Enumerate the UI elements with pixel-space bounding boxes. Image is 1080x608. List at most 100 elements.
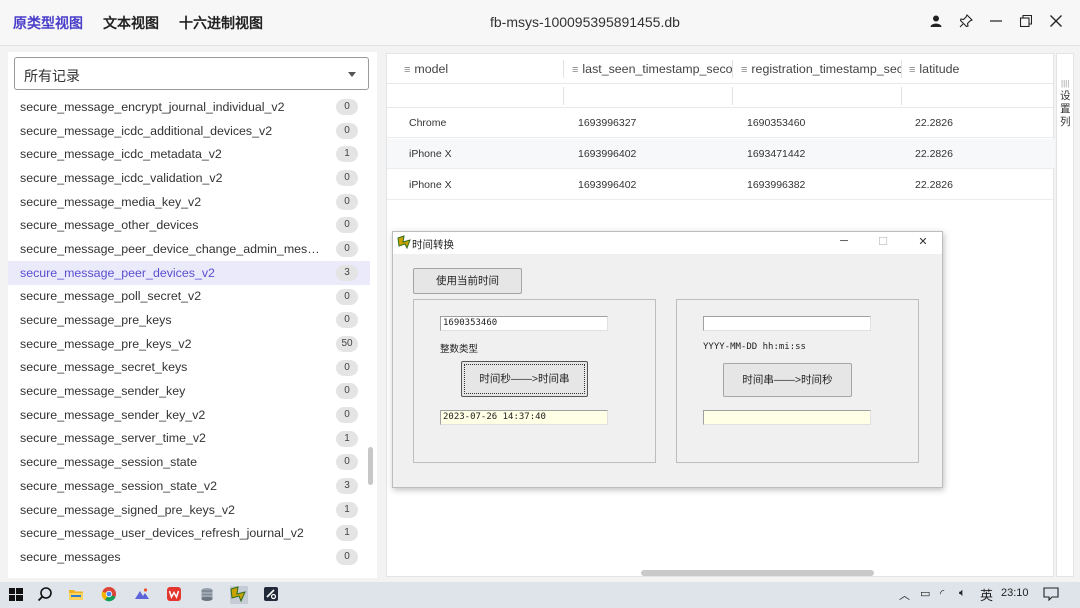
notification-icon[interactable] — [1043, 587, 1059, 604]
table-list-item[interactable]: secure_messages 0 — [8, 545, 370, 569]
record-filter-value: 所有记录 — [24, 68, 80, 84]
table-list-item[interactable]: secure_message_pre_keys 0 — [8, 308, 370, 332]
chevron-down-icon — [348, 72, 356, 77]
dialog-close-icon[interactable]: ✕ — [913, 235, 933, 248]
battery-icon[interactable]: ▭ — [920, 587, 930, 600]
table-name: secure_message_session_state — [20, 455, 198, 470]
column-header-last-seen[interactable]: ≡ last_seen_timestamp_secon — [572, 62, 732, 76]
record-filter-select[interactable]: 所有记录 — [14, 57, 369, 90]
table-row[interactable]: iPhone X 1693996402 1693996382 22.2826 — [387, 170, 1055, 200]
table-name: secure_message_sender_key — [20, 384, 186, 399]
column-settings-strip[interactable]: |||| 设置列 — [1056, 53, 1074, 577]
record-count-badge: 1 — [336, 430, 358, 447]
column-header-model[interactable]: ≡ model — [404, 62, 554, 76]
dialog-minimize-icon[interactable]: ─ — [834, 235, 854, 247]
time-convert-dialog: 时间转换 ─ ☐ ✕ 使用当前时间 1690353460 整数类型 时间秒——>… — [392, 231, 943, 488]
wps-office-icon[interactable] — [166, 586, 184, 604]
table-name: secure_message_other_devices — [20, 218, 199, 233]
table-list-item[interactable]: secure_message_icdc_validation_v2 0 — [8, 166, 370, 190]
tab-raw-type-view[interactable]: 原类型视图 — [13, 13, 83, 33]
forensic-app-icon[interactable] — [263, 586, 281, 604]
table-cell: 22.2826 — [915, 148, 953, 160]
table-name: secure_message_poll_secret_v2 — [20, 289, 202, 304]
table-list-item[interactable]: secure_message_encrypt_journal_individua… — [8, 95, 370, 119]
grid-filter-row[interactable] — [387, 84, 1055, 108]
table-list-item[interactable]: secure_message_server_time_v2 1 — [8, 427, 370, 451]
record-count-badge: 0 — [336, 288, 358, 305]
chrome-icon[interactable] — [101, 586, 119, 604]
use-current-time-button[interactable]: 使用当前时间 — [413, 268, 522, 294]
column-header-latitude[interactable]: ≡ latitude — [909, 62, 1049, 76]
table-list-item[interactable]: secure_message_peer_device_change_admin_… — [8, 237, 370, 261]
table-cell: iPhone X — [409, 148, 452, 160]
seconds-to-string-button[interactable]: 时间秒——>时间串 — [461, 361, 588, 397]
dialog-titlebar[interactable]: 时间转换 ─ ☐ ✕ — [393, 232, 942, 254]
table-name: secure_message_icdc_metadata_v2 — [20, 147, 222, 162]
table-name: secure_message_server_time_v2 — [20, 431, 206, 446]
list-scrollbar[interactable] — [368, 447, 373, 485]
grid-header: ≡ model ≡ last_seen_timestamp_secon ≡ regis… — [387, 54, 1055, 84]
table-row[interactable]: Chrome 1693996327 1690353460 22.2826 — [387, 108, 1055, 138]
volume-icon[interactable]: 🔈︎ — [959, 587, 966, 600]
record-count-badge: 3 — [336, 264, 358, 281]
column-header-registration[interactable]: ≡ registration_timestamp_sec — [741, 62, 901, 76]
table-list-item[interactable]: secure_message_sender_key_v2 0 — [8, 403, 370, 427]
record-count-badge: 1 — [336, 525, 358, 542]
table-list-item[interactable]: secure_message_secret_keys 0 — [8, 356, 370, 380]
tab-text-view[interactable]: 文本视图 — [103, 13, 159, 33]
time-format-label: YYYY-MM-DD hh:mi:ss — [703, 342, 806, 352]
record-count-badge: 0 — [336, 217, 358, 234]
windows-start-icon[interactable] — [8, 586, 26, 604]
tab-hex-view[interactable]: 十六进制视图 — [179, 13, 263, 33]
table-list-item[interactable]: secure_message_session_state 0 — [8, 450, 370, 474]
horizontal-scrollbar[interactable] — [641, 570, 874, 576]
table-name: secure_message_pre_keys — [20, 313, 172, 328]
table-cell: 22.2826 — [915, 179, 953, 191]
table-list-item[interactable]: secure_message_other_devices 0 — [8, 213, 370, 237]
integer-type-label: 整数类型 — [440, 344, 479, 355]
restore-icon[interactable] — [1018, 12, 1034, 30]
minimize-icon[interactable] — [988, 12, 1004, 30]
table-list-item[interactable]: secure_message_poll_secret_v2 0 — [8, 285, 370, 309]
tray-chevron-up-icon[interactable]: ︿ — [899, 587, 910, 603]
table-cell: Chrome — [409, 117, 447, 129]
record-count-badge: 0 — [336, 406, 358, 423]
table-row[interactable]: iPhone X 1693996402 1693471442 22.2826 — [387, 139, 1055, 169]
ime-indicator[interactable]: 英 — [980, 585, 993, 604]
record-count-badge: 0 — [336, 383, 358, 400]
database-app-icon[interactable] — [199, 586, 217, 604]
time-tool-app-icon[interactable] — [230, 586, 248, 604]
table-list-item[interactable]: secure_message_icdc_additional_devices_v… — [8, 119, 370, 143]
seconds-input[interactable]: 1690353460 — [440, 316, 608, 331]
pin-icon[interactable] — [958, 12, 974, 30]
table-list[interactable]: secure_message_encrypt_journal_individua… — [8, 95, 370, 575]
window-controls — [928, 12, 1064, 30]
column-menu-icon: ≡ — [404, 64, 411, 76]
record-count-badge: 0 — [336, 454, 358, 471]
table-cell: 1690353460 — [747, 117, 806, 129]
string-to-seconds-group: YYYY-MM-DD hh:mi:ss 时间串——>时间秒 — [676, 299, 919, 463]
user-icon[interactable] — [928, 12, 944, 30]
search-icon[interactable] — [37, 586, 55, 604]
table-list-item[interactable]: secure_message_signed_pre_keys_v2 1 — [8, 498, 370, 522]
table-list-item[interactable]: secure_message_peer_devices_v2 3 — [8, 260, 370, 285]
wifi-icon[interactable]: ◜ — [940, 587, 944, 600]
file-explorer-icon[interactable] — [68, 586, 86, 604]
table-list-item[interactable]: secure_message_icdc_metadata_v2 1 — [8, 142, 370, 166]
photos-app-icon[interactable] — [134, 586, 152, 604]
taskbar-clock[interactable]: 23:10 — [1001, 587, 1029, 599]
table-list-item[interactable]: secure_message_session_state_v2 3 — [8, 474, 370, 498]
column-settings-label: 设置列 — [1060, 90, 1071, 128]
table-list-item[interactable]: secure_message_sender_key 0 — [8, 379, 370, 403]
string-to-seconds-button[interactable]: 时间串——>时间秒 — [723, 363, 852, 397]
column-divider — [732, 87, 733, 105]
table-name: secure_messages — [20, 549, 121, 564]
close-icon[interactable] — [1048, 12, 1064, 30]
record-count-badge: 1 — [336, 501, 358, 518]
table-list-item[interactable]: secure_message_pre_keys_v2 50 — [8, 332, 370, 356]
time-string-input[interactable] — [703, 316, 871, 331]
table-list-item[interactable]: secure_message_user_devices_refresh_jour… — [8, 521, 370, 545]
record-count-badge: 0 — [336, 312, 358, 329]
table-list-item[interactable]: secure_message_media_key_v2 0 — [8, 190, 370, 214]
table-name: secure_message_encrypt_journal_individua… — [20, 99, 285, 114]
